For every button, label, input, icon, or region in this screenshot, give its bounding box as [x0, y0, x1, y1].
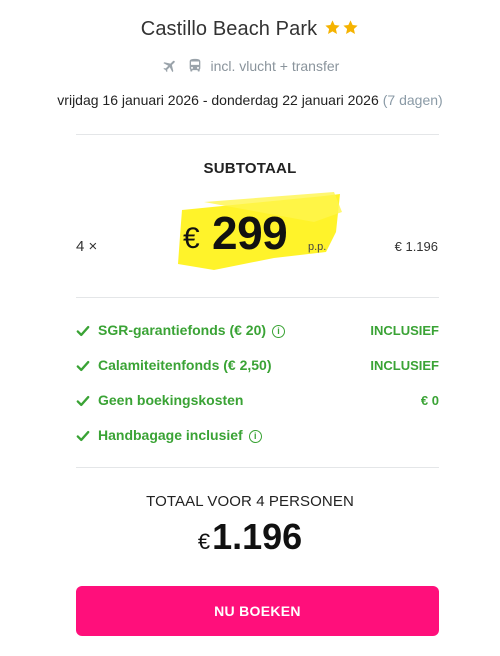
check-icon	[76, 360, 90, 372]
total-label: TOTAAL VOOR 4 PERSONEN	[146, 493, 354, 510]
hotel-title: Castillo Beach Park	[0, 18, 500, 42]
inclusions-list: SGR-garantiefonds (€ 20) i INCLUSIEF Cala…	[76, 322, 439, 462]
divider	[76, 297, 439, 298]
inclusion-row: Calamiteitenfonds (€ 2,50) INCLUSIEF	[76, 357, 439, 392]
price-per-person: 299	[212, 207, 288, 259]
inclusion-value: INCLUSIEF	[370, 358, 439, 373]
info-icon[interactable]: i	[272, 325, 286, 338]
check-icon	[76, 395, 90, 407]
inclusion-row: Handbagage inclusief i	[76, 427, 439, 462]
star-icon	[325, 20, 340, 34]
inclusion-row: Geen boekingskosten € 0	[76, 392, 439, 427]
inclusion-label: SGR-garantiefonds (€ 20)	[98, 322, 267, 338]
total-price: €1.196	[0, 516, 500, 558]
divider	[76, 134, 439, 135]
per-person-label: p.p.	[308, 241, 327, 253]
check-icon	[76, 325, 90, 337]
quantity: 4 ×	[76, 238, 98, 255]
inclusion-value: € 0	[420, 393, 439, 408]
inclusion-label: Handbagage inclusief	[98, 427, 243, 443]
duration: (7 dagen)	[382, 92, 443, 108]
check-icon	[76, 430, 90, 442]
subtotal-amount: € 1.196	[394, 239, 438, 254]
total-amount: 1.196	[212, 516, 303, 557]
bus-icon	[189, 58, 200, 72]
star-rating	[323, 19, 359, 42]
plane-icon	[163, 60, 175, 73]
inclusion-label: Calamiteitenfonds (€ 2,50)	[98, 357, 272, 373]
price-currency: €	[183, 222, 200, 255]
star-icon	[343, 20, 358, 34]
transport-text: incl. vlucht + transfer	[210, 58, 340, 74]
subtotal-label: SUBTOTAAL	[203, 160, 297, 177]
inclusion-row: SGR-garantiefonds (€ 20) i INCLUSIEF	[76, 322, 439, 357]
divider	[76, 467, 439, 468]
book-now-button[interactable]: NU BOEKEN	[76, 586, 439, 636]
inclusion-value: INCLUSIEF	[370, 323, 439, 338]
hotel-name: Castillo Beach Park	[140, 18, 318, 40]
travel-dates: vrijdag 16 januari 2026 - donderdag 22 j…	[0, 92, 500, 108]
info-icon[interactable]: i	[248, 430, 262, 443]
transport-info: incl. vlucht + transfer	[0, 57, 500, 74]
inclusion-label: Geen boekingskosten	[98, 392, 244, 408]
total-currency: €	[197, 529, 211, 554]
date-range: vrijdag 16 januari 2026 - donderdag 22 j…	[57, 92, 379, 108]
